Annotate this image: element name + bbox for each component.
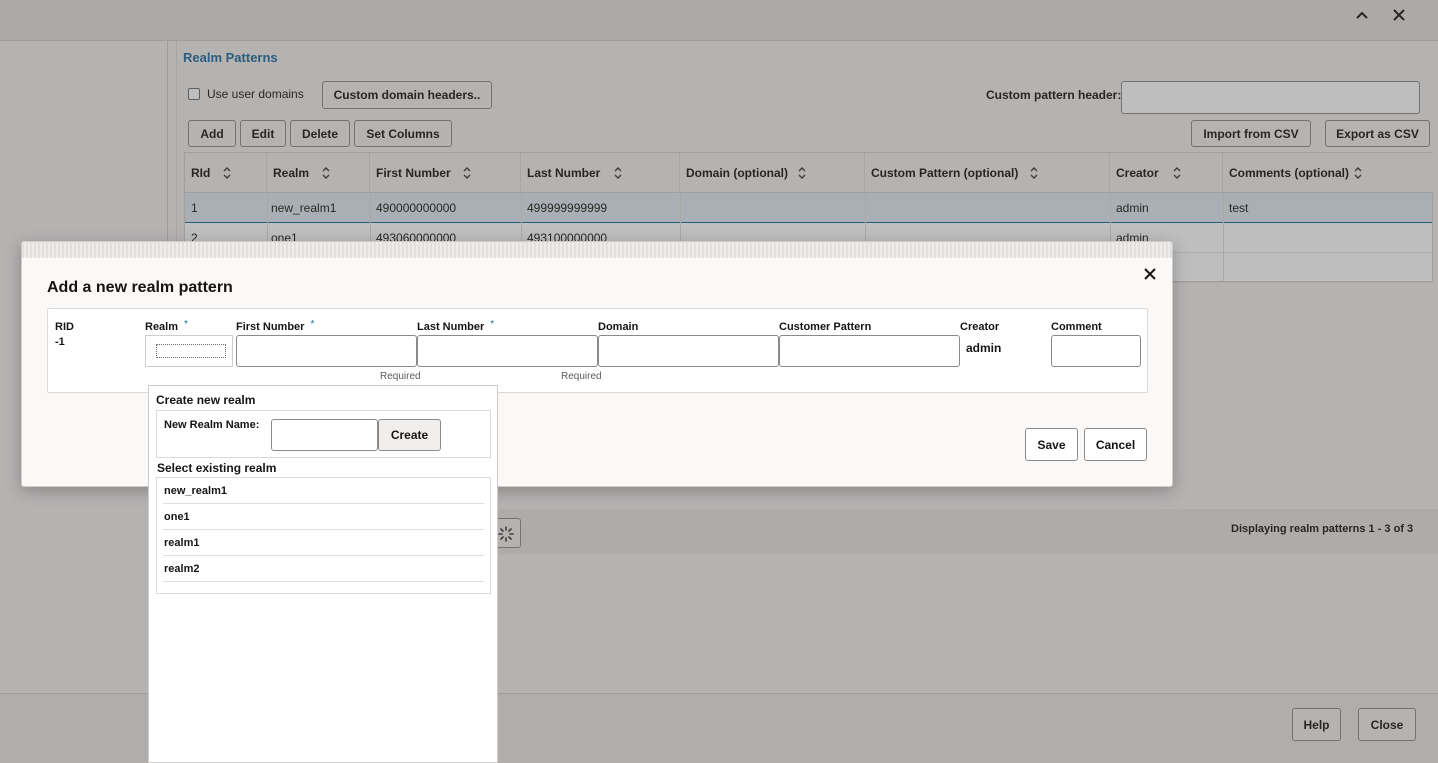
list-item[interactable]: one1 xyxy=(163,504,484,530)
creator-label: Creator xyxy=(960,321,1000,333)
dialog-drag-handle[interactable] xyxy=(22,242,1172,258)
domain-label: Domain xyxy=(598,321,639,333)
comment-label: Comment xyxy=(1051,321,1102,333)
first-number-label: First Number * xyxy=(236,319,315,333)
select-realm-heading: Select existing realm xyxy=(157,461,277,475)
required-marker: * xyxy=(310,319,315,330)
first-number-input[interactable] xyxy=(236,335,417,367)
last-number-input[interactable] xyxy=(417,335,598,367)
new-realm-name-label: New Realm Name: xyxy=(164,419,260,431)
realm-pattern-form: RID -1 Realm * First Number * Required Las… xyxy=(47,308,1148,393)
rid-value: -1 xyxy=(55,336,65,348)
close-icon[interactable] xyxy=(1143,267,1157,281)
list-item[interactable]: realm2 xyxy=(163,556,484,582)
first-number-required-hint: Required xyxy=(380,371,421,382)
last-number-label: Last Number * xyxy=(417,319,495,333)
cancel-button[interactable]: Cancel xyxy=(1084,428,1147,461)
creator-value: admin xyxy=(966,341,1002,355)
create-realm-button[interactable]: Create xyxy=(378,419,441,451)
list-item[interactable]: new_realm1 xyxy=(163,478,484,504)
list-item[interactable]: realm1 xyxy=(163,530,484,556)
realm-dropdown-popup: Create new realm New Realm Name: Create … xyxy=(148,385,498,763)
realm-select[interactable] xyxy=(145,335,233,367)
domain-input[interactable] xyxy=(598,335,779,367)
last-number-required-hint: Required xyxy=(561,371,602,382)
comment-input[interactable] xyxy=(1051,335,1141,367)
required-marker: * xyxy=(490,319,495,330)
create-realm-box: New Realm Name: Create xyxy=(156,410,491,458)
rid-label: RID xyxy=(55,321,74,333)
realm-label: Realm * xyxy=(145,319,188,333)
customer-pattern-label: Customer Pattern xyxy=(779,321,872,333)
new-realm-name-input[interactable] xyxy=(271,419,378,451)
customer-pattern-input[interactable] xyxy=(779,335,960,367)
dialog-title: Add a new realm pattern xyxy=(47,279,233,296)
create-realm-heading: Create new realm xyxy=(156,393,256,407)
existing-realm-list: new_realm1 one1 realm1 realm2 xyxy=(156,477,491,594)
required-marker: * xyxy=(184,319,188,330)
save-button[interactable]: Save xyxy=(1025,428,1078,461)
